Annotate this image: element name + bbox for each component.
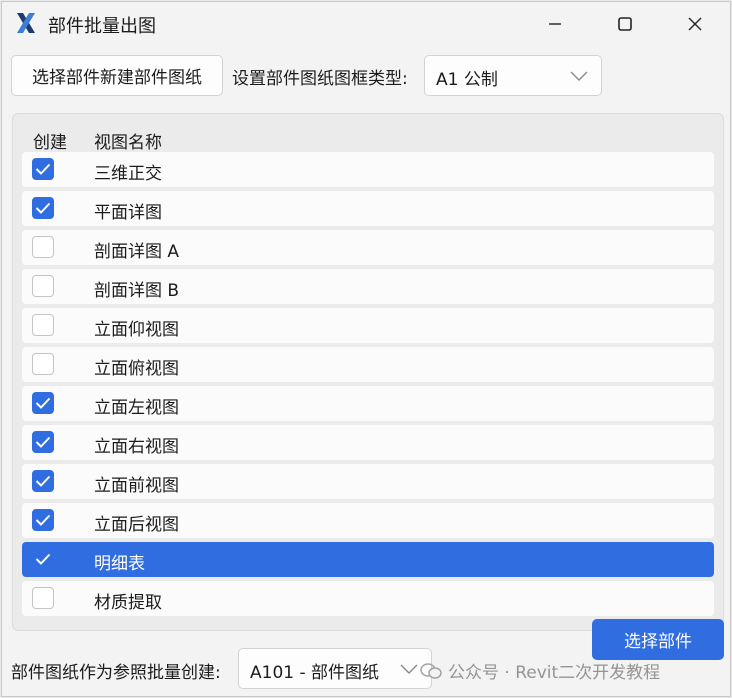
view-name: 立面后视图 [94,515,179,535]
view-name: 材质提取 [94,593,162,613]
checkmark-icon [35,475,51,487]
create-checkbox[interactable] [32,509,54,531]
create-checkbox[interactable] [32,158,54,180]
create-checkbox[interactable] [32,470,54,492]
view-name: 立面仰视图 [94,320,179,340]
checkmark-icon [35,436,51,448]
view-row[interactable]: 平面详图 [22,191,714,226]
watermark: 公众号 · Revit二次开发教程 [420,658,660,683]
create-checkbox[interactable] [32,548,54,570]
column-header-view-name: 视图名称 [94,133,162,153]
checkmark-icon [35,202,51,214]
create-checkbox[interactable] [32,197,54,219]
view-row[interactable]: 立面左视图 [22,386,714,421]
create-checkbox[interactable] [32,392,54,414]
create-checkbox[interactable] [32,587,54,609]
view-row[interactable]: 材质提取 [22,581,714,616]
reference-sheet-label: 部件图纸作为参照批量创建: [11,663,221,683]
view-name: 三维正交 [94,164,162,184]
checkmark-icon [35,163,51,175]
titleblock-type-label: 设置部件图纸图框类型: [232,69,408,89]
maximize-icon [618,17,632,31]
close-icon [688,17,702,31]
titleblock-type-select[interactable]: A1 公制 [424,55,602,96]
chevron-down-icon [570,71,588,81]
create-checkbox[interactable] [32,314,54,336]
view-row[interactable]: 明细表 [22,542,714,577]
view-row[interactable]: 立面俯视图 [22,347,714,382]
view-name: 立面左视图 [94,398,179,418]
view-name: 平面详图 [94,203,162,223]
view-row[interactable]: 立面前视图 [22,464,714,499]
close-button[interactable] [660,2,730,46]
create-checkbox[interactable] [32,431,54,453]
view-row[interactable]: 立面右视图 [22,425,714,460]
view-name: 立面右视图 [94,437,179,457]
view-name: 剖面详图 A [94,242,180,262]
maximize-button[interactable] [590,2,660,46]
view-name: 明细表 [94,554,145,574]
reference-sheet-select[interactable]: A101 - 部件图纸 [238,648,432,689]
minimize-icon [549,23,561,25]
x-logo-icon [14,11,38,35]
view-name: 立面俯视图 [94,359,179,379]
chevron-down-icon [400,664,418,674]
view-row[interactable]: 剖面详图 B [22,269,714,304]
view-row[interactable]: 立面仰视图 [22,308,714,343]
create-checkbox[interactable] [32,236,54,258]
view-row[interactable]: 三维正交 [22,152,714,187]
view-list-panel: 创建 视图名称 三维正交平面详图剖面详图 A 剖面详图 B 立面仰视图立面俯视图立面… [12,113,724,631]
create-checkbox[interactable] [32,353,54,375]
dialog-window: 部件批量出图 选择部件新建部件图纸 设置部件图纸图框类型: A1 公制 创建 视… [1,1,731,697]
view-list: 三维正交平面详图剖面详图 A 剖面详图 B 立面仰视图立面俯视图立面左视图立面右视图… [22,152,714,620]
watermark-text: 公众号 · Revit二次开发教程 [448,663,661,683]
new-sheet-button[interactable]: 选择部件新建部件图纸 [11,55,223,96]
view-row[interactable]: 剖面详图 A [22,230,714,265]
title-bar[interactable]: 部件批量出图 [2,2,730,46]
titleblock-type-value: A1 公制 [436,70,498,90]
wechat-icon [420,662,442,679]
column-header-create: 创建 [33,133,67,153]
checkmark-icon [35,514,51,526]
reference-sheet-value: A101 - 部件图纸 [250,663,380,683]
view-row[interactable]: 立面后视图 [22,503,714,538]
view-name: 剖面详图 B [94,281,180,301]
select-component-button[interactable]: 选择部件 [592,619,724,660]
minimize-button[interactable] [520,2,590,46]
checkmark-icon [35,397,51,409]
checkmark-icon [35,553,51,565]
view-name: 立面前视图 [94,476,179,496]
window-title: 部件批量出图 [48,16,156,37]
create-checkbox[interactable] [32,275,54,297]
